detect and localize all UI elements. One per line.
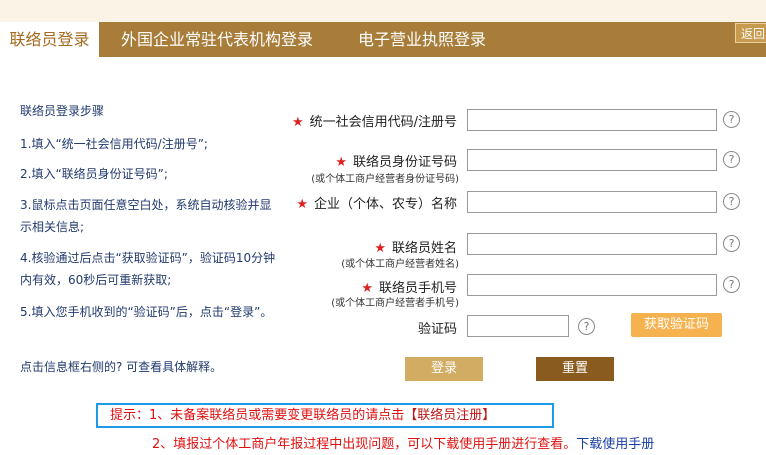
notice-line1: 提示：1、未备案联络员或需要变更联络员的请点击 xyxy=(110,408,405,423)
id-number-sublabel: (或个体工商户经营者身份证号码) xyxy=(311,174,459,185)
required-star: ★ xyxy=(374,241,386,256)
register-link[interactable]: 【联络员注册】 xyxy=(404,408,495,423)
back-button[interactable]: 返回 xyxy=(735,23,766,43)
phone-sublabel: (或个体工商户经营者手机号) xyxy=(331,298,459,309)
step-2: 2.填入“联络员身份证号码”; xyxy=(20,167,168,181)
step-1: 1.填入“统一社会信用代码/注册号”; xyxy=(20,137,208,151)
required-star: ★ xyxy=(335,155,347,170)
tab-e-license-login[interactable]: 电子营业执照登录 xyxy=(358,22,486,57)
credit-code-input[interactable] xyxy=(467,109,717,131)
credit-code-label: ★ 统一社会信用代码/注册号 xyxy=(291,115,457,130)
id-number-label: ★ 联络员身份证号码 xyxy=(335,155,457,170)
steps-title: 联络员登录步骤 xyxy=(20,104,105,118)
tab-foreign-office-login[interactable]: 外国企业常驻代表机构登录 xyxy=(121,22,313,57)
help-icon[interactable]: ? xyxy=(578,318,595,335)
notice-box: 提示：1、未备案联络员或需要变更联络员的请点击【联络员注册】 xyxy=(96,403,554,428)
captcha-label: 验证码 xyxy=(417,322,457,337)
top-strip xyxy=(0,0,766,22)
reset-button[interactable]: 重置 xyxy=(536,357,614,381)
company-name-input[interactable] xyxy=(467,191,717,213)
notice-line2: 2、填报过个体工商户年报过程中出现问题，可以下载使用手册进行查看。下载使用手册 xyxy=(152,433,654,452)
required-star: ★ xyxy=(291,115,304,130)
step-4: 4.核验通过后点击“获取验证码”，验证码10分钟内有效，60秒后可重新获取; xyxy=(20,251,276,287)
help-icon[interactable]: ? xyxy=(723,276,740,293)
download-manual-link[interactable]: 下载使用手册 xyxy=(576,437,654,452)
tab-liaison-login[interactable]: 联络员登录 xyxy=(0,22,99,60)
required-star: ★ xyxy=(296,197,308,212)
help-icon[interactable]: ? xyxy=(723,151,740,168)
phone-input[interactable] xyxy=(467,274,717,296)
captcha-input[interactable] xyxy=(467,315,569,337)
notice-line2-text: 2、填报过个体工商户年报过程中出现问题，可以下载使用手册进行查看。 xyxy=(152,437,577,452)
step-5: 5.填入您手机收到的“验证码”后，点击“登录”。 xyxy=(20,305,273,319)
liaison-name-label: ★ 联络员姓名 xyxy=(374,241,457,256)
help-icon[interactable]: ? xyxy=(723,193,740,210)
help-icon[interactable]: ? xyxy=(723,111,740,128)
liaison-name-input[interactable] xyxy=(467,233,717,255)
step-3: 3.鼠标点击页面任意空白处，系统自动核验并显示相关信息; xyxy=(20,198,272,234)
liaison-name-sublabel: (或个体工商户经营者姓名) xyxy=(341,259,459,270)
help-hint: 点击信息框右侧的? 可查看具体解释。 xyxy=(20,360,223,374)
login-button[interactable]: 登录 xyxy=(405,357,483,381)
tab-bar: 联络员登录 外国企业常驻代表机构登录 电子营业执照登录 xyxy=(0,22,766,60)
get-code-button[interactable]: 获取验证码 xyxy=(631,313,722,337)
help-icon[interactable]: ? xyxy=(723,235,740,252)
company-name-label: ★ 企业（个体、农专）名称 xyxy=(296,197,457,212)
id-number-input[interactable] xyxy=(467,149,717,171)
